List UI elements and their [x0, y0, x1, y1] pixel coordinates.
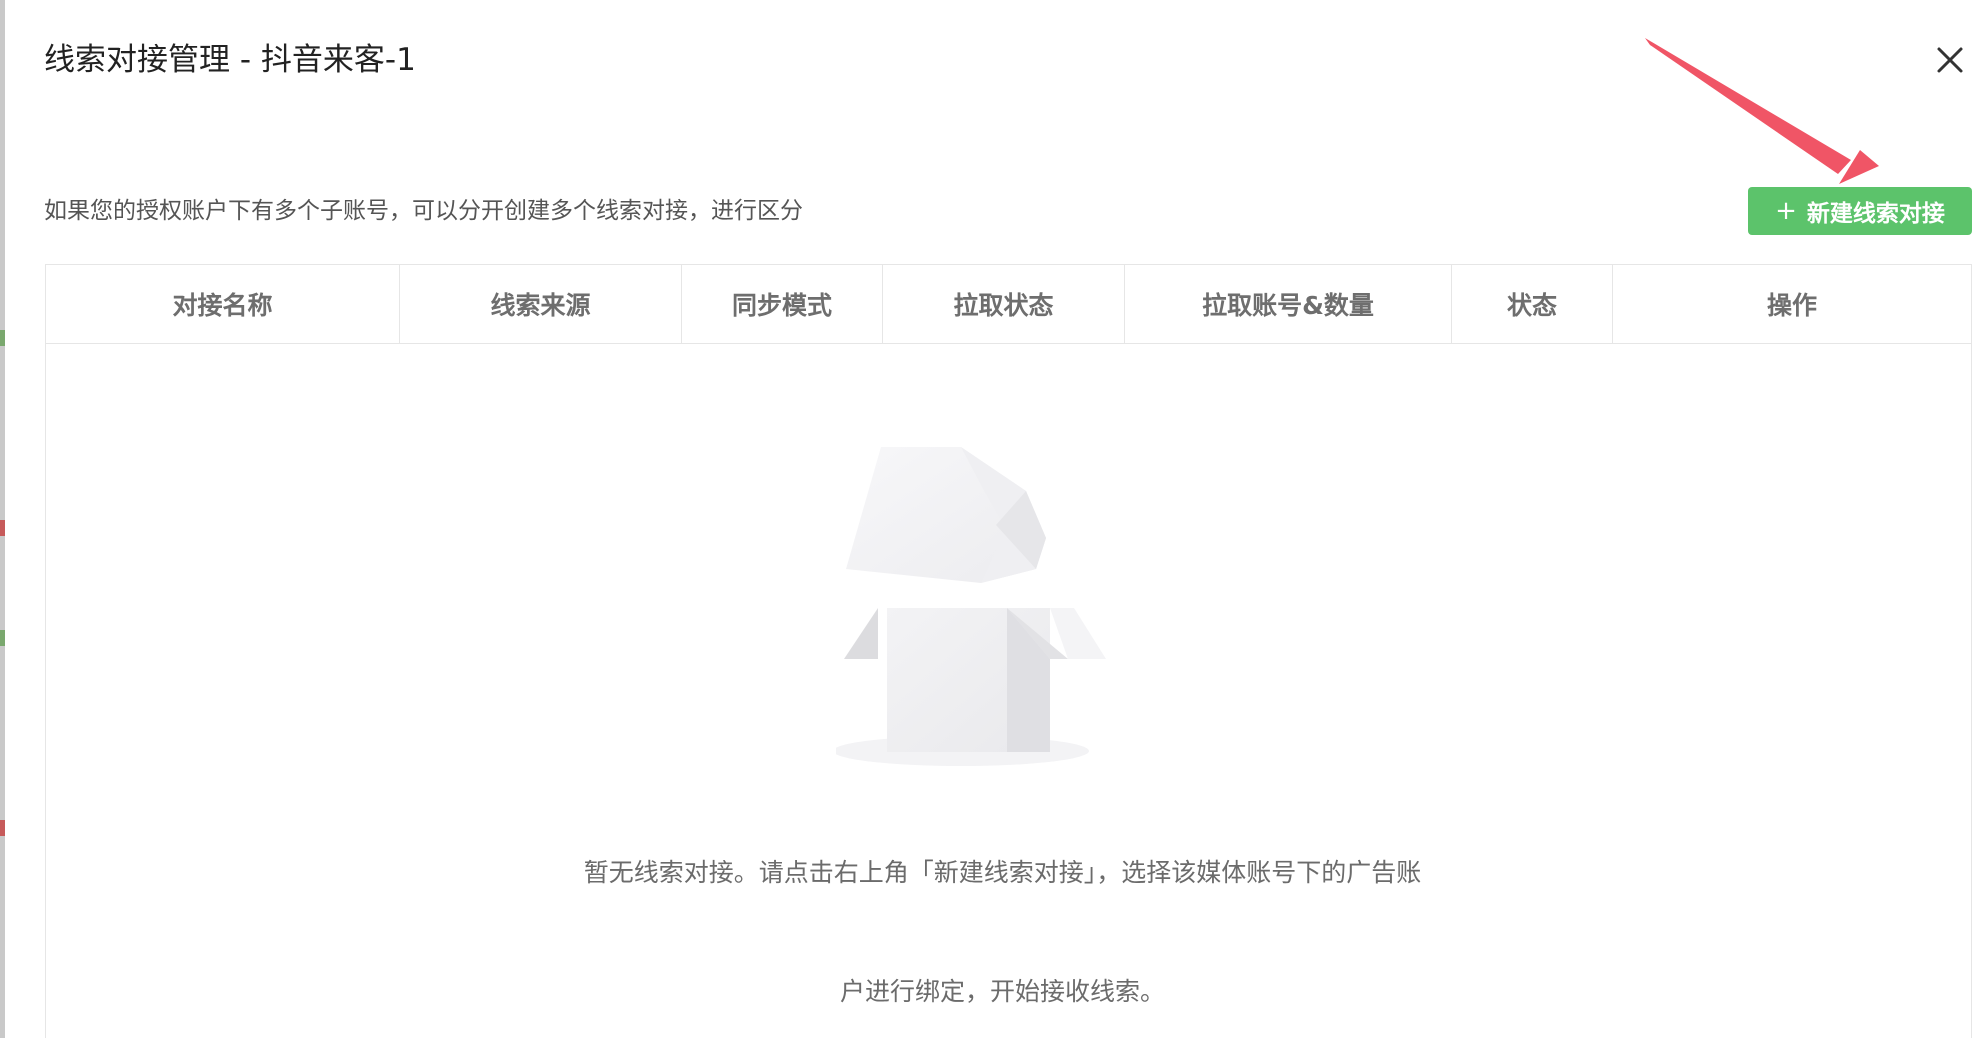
- modal-title: 线索对接管理 - 抖音来客-1: [44, 42, 416, 78]
- modal-page: 线索对接管理 - 抖音来客-1 如果您的授权账户下有多个子账号，可以分开创建多个…: [0, 0, 1986, 1038]
- column-header-status: 状态: [1452, 265, 1613, 343]
- column-header-sync-mode: 同步模式: [682, 265, 883, 343]
- empty-state-text-line1: 暂无线索对接。请点击右上角「新建线索对接」，选择该媒体账号下的广告账: [583, 858, 1422, 887]
- empty-state-text-line2: 户进行绑定，开始接收线索。: [839, 977, 1165, 1006]
- empty-box-icon: [836, 447, 1106, 766]
- new-lead-connection-button[interactable]: + 新建线索对接: [1748, 187, 1972, 235]
- column-header-name: 对接名称: [46, 265, 400, 343]
- new-lead-connection-label: 新建线索对接: [1806, 201, 1945, 227]
- background-page-edge: [0, 0, 5, 1038]
- hint-text: 如果您的授权账户下有多个子账号，可以分开创建多个线索对接，进行区分: [44, 198, 803, 224]
- table-header: 对接名称 线索来源 同步模式 拉取状态 拉取账号&数量 状态 操作: [46, 265, 1971, 344]
- plus-icon: +: [1775, 196, 1797, 226]
- lead-connection-table: 对接名称 线索来源 同步模式 拉取状态 拉取账号&数量 状态 操作 暂无线索对接…: [45, 264, 1972, 1038]
- column-header-pull-account-count: 拉取账号&数量: [1125, 265, 1452, 343]
- column-header-source: 线索来源: [400, 265, 682, 343]
- column-header-actions: 操作: [1766, 291, 1817, 320]
- column-header-pull-status: 拉取状态: [883, 265, 1125, 343]
- close-icon: [1937, 47, 1963, 73]
- close-button[interactable]: [1926, 36, 1974, 84]
